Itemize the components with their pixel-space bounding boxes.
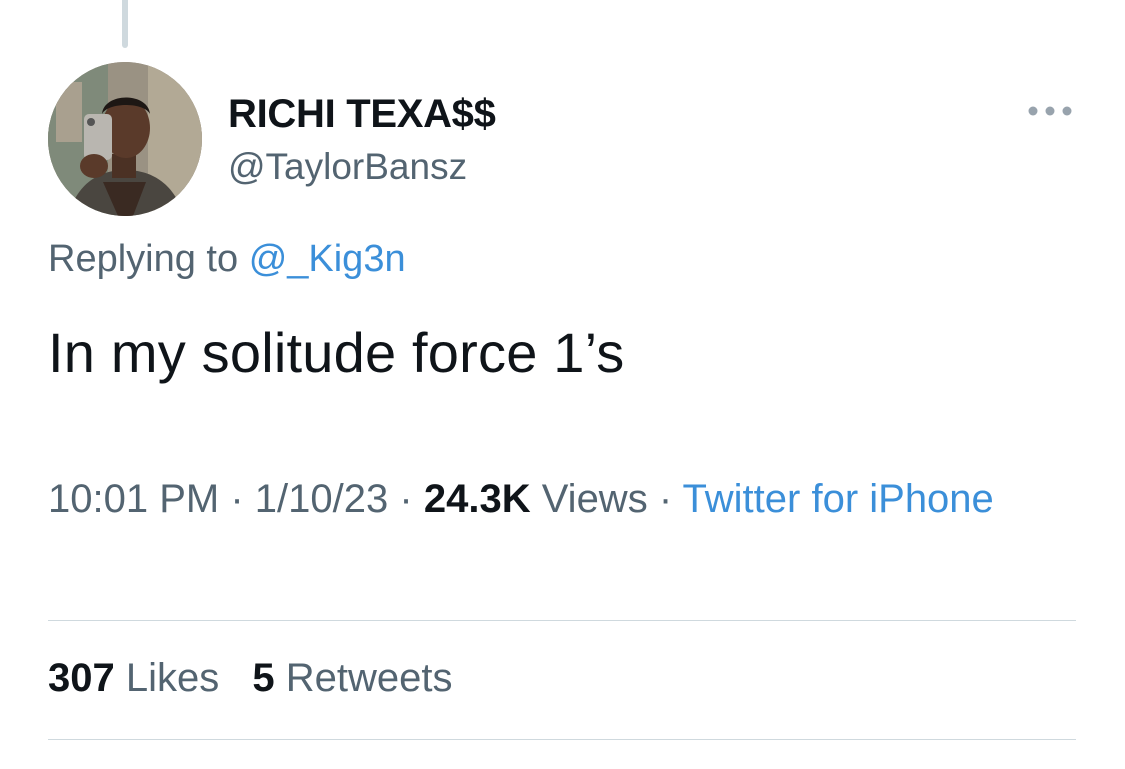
views-count: 24.3K — [423, 477, 531, 521]
views-label: Views — [541, 477, 648, 521]
author-handle[interactable]: @TaylorBansz — [228, 146, 467, 188]
thread-connector-line — [122, 0, 128, 48]
meta-separator: · — [230, 477, 244, 521]
likes-stat[interactable]: 307 Likes — [48, 656, 230, 700]
more-horizontal-icon — [1028, 106, 1072, 116]
meta-separator: · — [399, 477, 413, 521]
tweet-text: In my solitude force 1’s — [48, 321, 625, 384]
replying-to-label: Replying to — [48, 238, 239, 280]
replying-to-line: Replying to @_Kig3n — [48, 238, 406, 281]
tweet-source-link[interactable]: Twitter for iPhone — [683, 477, 994, 521]
divider — [48, 620, 1076, 621]
tweet-stats: 307 Likes 5 Retweets — [48, 656, 453, 701]
replying-to-mention-link[interactable]: @_Kig3n — [249, 238, 406, 280]
retweets-count: 5 — [252, 656, 275, 700]
tweet-date[interactable]: 1/10/23 — [255, 477, 388, 521]
likes-label: Likes — [125, 656, 220, 700]
tweet-metadata: 10:01 PM · 1/10/23 · 24.3K Views · Twitt… — [48, 470, 1048, 529]
avatar-photo — [48, 62, 202, 216]
tweet-time[interactable]: 10:01 PM — [48, 477, 219, 521]
meta-separator: · — [658, 477, 673, 521]
retweets-label: Retweets — [285, 656, 453, 700]
divider — [48, 739, 1076, 740]
likes-count: 307 — [48, 656, 115, 700]
more-options-button[interactable] — [1024, 96, 1076, 126]
retweets-stat[interactable]: 5 Retweets — [252, 656, 452, 700]
avatar[interactable] — [48, 62, 202, 216]
author-display-name[interactable]: RICHI TEXA$$ — [228, 92, 496, 137]
